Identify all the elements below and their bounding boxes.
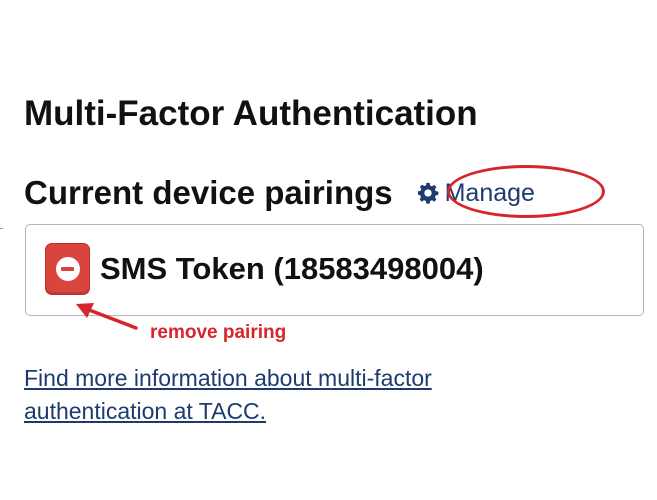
device-item: SMS Token (18583498004) <box>45 243 484 295</box>
edge-mark <box>0 228 3 229</box>
remove-pairing-annotation: remove pairing <box>150 322 287 343</box>
device-pairings-box: SMS Token (18583498004) <box>25 224 644 316</box>
more-info-link[interactable]: Find more information about multi-factor… <box>24 362 504 428</box>
manage-label: Manage <box>444 179 535 207</box>
section-title: Current device pairings <box>24 174 393 211</box>
page-title: Multi-Factor Authentication <box>24 94 478 133</box>
pairings-header: Current device pairings Manage <box>24 170 535 216</box>
manage-link[interactable]: Manage <box>417 178 535 208</box>
device-label: SMS Token (18583498004) <box>100 251 484 286</box>
minus-circle-icon <box>55 257 80 281</box>
remove-pairing-button[interactable] <box>45 243 90 295</box>
gear-icon <box>417 182 438 204</box>
